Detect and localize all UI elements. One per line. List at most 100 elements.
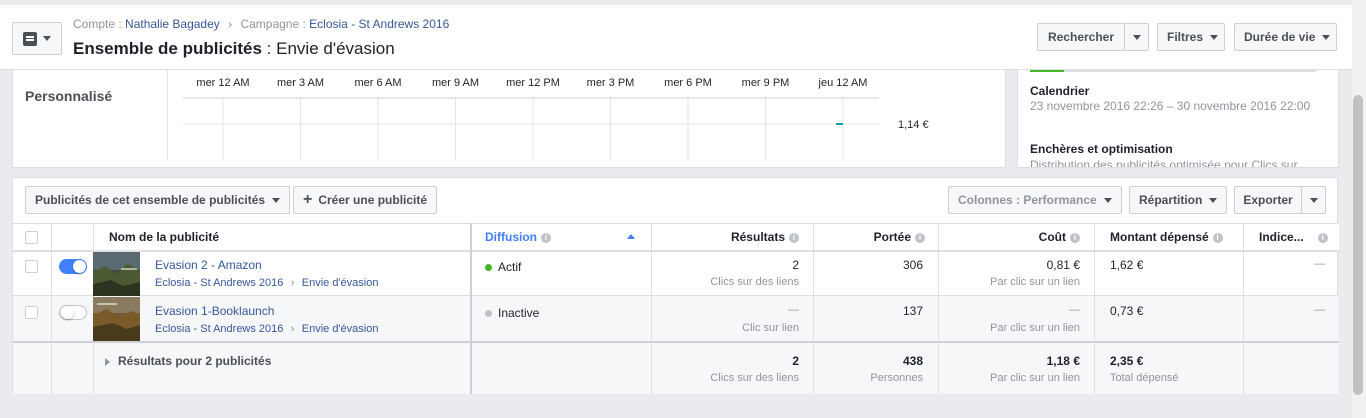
column-divider: [1094, 223, 1095, 394]
totals-expander[interactable]: Résultats pour 2 publicités: [105, 354, 271, 368]
ad-adset-link[interactable]: Envie d'évasion: [302, 323, 379, 335]
chevron-down-icon: [1209, 197, 1218, 203]
status-dot-icon: [485, 310, 492, 318]
reach-value: 137: [902, 304, 923, 318]
x-tick-label: mer 9 PM: [742, 77, 790, 89]
info-icon[interactable]: i: [789, 232, 799, 243]
totals-spent-subtext: Total dépensé: [1110, 372, 1179, 384]
index-value: —: [1314, 304, 1325, 316]
schedule-progress-bar: [1030, 70, 1316, 72]
ad-campaign-link[interactable]: Eclosia - St Andrews 2016: [155, 277, 283, 289]
column-header-delivery-label: Diffusion: [485, 230, 537, 244]
ad-name-link[interactable]: Evasion 2 - Amazon: [155, 258, 262, 272]
ads-level-label: Publicités de cet ensemble de publicités: [35, 193, 266, 207]
index-value: —: [1314, 258, 1325, 270]
column-header-reach[interactable]: Portée i: [815, 230, 925, 244]
ad-adset-link[interactable]: Envie d'évasion: [302, 277, 379, 289]
totals-reach-value: 438: [902, 354, 923, 368]
ad-status-toggle[interactable]: [59, 305, 87, 320]
chevron-down-icon: [43, 36, 51, 41]
column-header-reach-label: Portée: [873, 230, 911, 244]
column-header-index[interactable]: Indice... i: [1259, 230, 1328, 244]
reach-value: 306: [902, 258, 923, 272]
totals-row: [13, 343, 1339, 394]
x-tick-label: mer 6 PM: [664, 77, 712, 89]
bidding-heading: Enchères et optimisation: [1030, 142, 1173, 156]
schedule-progress-fill: [1030, 70, 1065, 72]
spent-value: 0,73 €: [1110, 304, 1144, 318]
column-header-name[interactable]: Nom de la publicité: [109, 230, 219, 244]
info-icon[interactable]: i: [1212, 232, 1223, 243]
ad-thumbnail[interactable]: [93, 252, 140, 296]
ad-name-link[interactable]: Evasion 1-Booklaunch: [155, 304, 274, 318]
breakdown-dropdown[interactable]: Répartition: [1129, 186, 1228, 214]
filters-button[interactable]: Filtres: [1157, 23, 1225, 51]
account-label: Compte :: [73, 17, 122, 31]
account-link[interactable]: Nathalie Bagadey: [125, 17, 220, 31]
totals-cost-subtext: Par clic sur un lien: [990, 372, 1080, 384]
scrollbar-thumb[interactable]: [1353, 95, 1363, 395]
column-header-cost-label: Coût: [1038, 230, 1066, 244]
lifetime-button[interactable]: Durée de vie: [1234, 23, 1337, 51]
totals-reach-subtext: Personnes: [870, 372, 923, 384]
column-header-cost[interactable]: Coût i: [940, 230, 1080, 244]
chart-panel: Personnalisé mer 12 AM mer 3 AM mer 6 AM me…: [12, 70, 1006, 168]
ads-table: Nom de la publicité Diffusion i Résultats…: [13, 223, 1339, 394]
export-button[interactable]: Exporter: [1234, 186, 1302, 214]
plus-icon: +: [303, 191, 313, 208]
search-dropdown-button[interactable]: [1124, 23, 1149, 51]
column-header-delivery[interactable]: Diffusion i: [485, 230, 551, 244]
ads-level-dropdown[interactable]: Publicités de cet ensemble de publicités: [25, 186, 291, 214]
x-tick-label: mer 9 AM: [432, 77, 479, 89]
view-switcher-button[interactable]: [12, 22, 62, 55]
delivery-chart: mer 12 AM mer 3 AM mer 6 AM mer 9 AM mer 12 …: [183, 77, 929, 160]
status-dot-icon: [485, 264, 492, 272]
column-header-spent[interactable]: Montant dépensé i: [1110, 230, 1223, 244]
export-dropdown-button[interactable]: [1301, 186, 1326, 214]
breadcrumb: Compte : Nathalie Bagadey › Campagne : E…: [73, 17, 449, 31]
info-icon[interactable]: i: [915, 232, 925, 243]
ad-breadcrumb: Eclosia - St Andrews 2016 › Envie d'évas…: [155, 321, 378, 335]
search-button[interactable]: Rechercher: [1037, 23, 1125, 51]
chevron-down-icon: [272, 197, 281, 203]
info-icon[interactable]: i: [541, 232, 551, 243]
x-tick-label: mer 3 PM: [587, 77, 635, 89]
table-border: [13, 250, 1339, 252]
delivery-status: Actif: [485, 260, 521, 274]
column-header-results-label: Résultats: [730, 230, 785, 244]
y-tick-label: 1,14 €: [898, 119, 929, 131]
create-ad-button[interactable]: + Créer une publicité: [293, 186, 438, 214]
chevron-down-icon: [1309, 197, 1318, 203]
calendar-heading: Calendrier: [1030, 84, 1090, 98]
calendar-range: 23 novembre 2016 22:26 – 30 novembre 201…: [1030, 99, 1311, 113]
export-label: Exporter: [1243, 193, 1293, 207]
info-icon[interactable]: i: [1317, 232, 1328, 243]
row-checkbox[interactable]: [25, 260, 38, 273]
ad-thumbnail[interactable]: [93, 297, 140, 341]
breakdown-label: Répartition: [1139, 193, 1203, 207]
expand-arrow-icon: [105, 357, 110, 366]
x-tick-label: mer 6 AM: [354, 77, 401, 89]
columns-dropdown[interactable]: Colonnes : Performance: [948, 186, 1122, 214]
column-divider: [813, 223, 814, 394]
delivery-status: Inactive: [485, 306, 539, 320]
ad-status-toggle[interactable]: [59, 259, 87, 274]
title-separator: :: [261, 39, 277, 58]
info-icon[interactable]: i: [1070, 232, 1080, 243]
toggle-knob: [73, 260, 86, 273]
results-subtext: Clic sur lien: [742, 322, 799, 334]
totals-cost-value: 1,18 €: [1046, 354, 1080, 368]
campaign-link[interactable]: Eclosia - St Andrews 2016: [309, 17, 449, 31]
totals-results-value: 2: [792, 354, 799, 368]
spent-value: 1,62 €: [1110, 258, 1144, 272]
bidding-text: Distribution des publicités optimisée po…: [1030, 158, 1298, 168]
column-header-results[interactable]: Résultats i: [653, 230, 799, 244]
x-tick-label: mer 12 PM: [506, 77, 560, 89]
x-tick-label: mer 12 AM: [196, 77, 249, 89]
ad-campaign-link[interactable]: Eclosia - St Andrews 2016: [155, 323, 283, 335]
delivery-status-label: Inactive: [498, 306, 540, 320]
x-tick-label: mer 3 AM: [277, 77, 324, 89]
select-all-checkbox[interactable]: [25, 231, 38, 244]
row-checkbox[interactable]: [25, 306, 38, 319]
filters-button-label: Filtres: [1167, 30, 1204, 44]
